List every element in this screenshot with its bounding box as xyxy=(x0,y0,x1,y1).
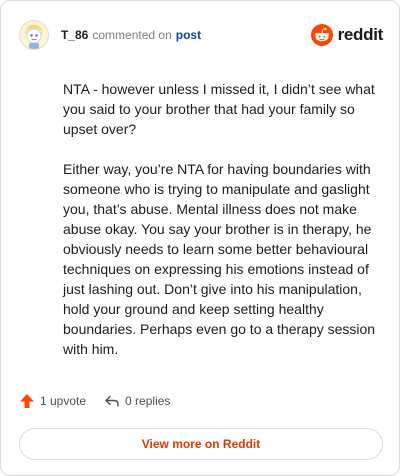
comment-header: T_86 commented on post reddit xyxy=(19,17,383,53)
replies-count: 0 replies xyxy=(125,394,171,408)
upvote-button[interactable]: 1 upvote xyxy=(19,393,86,409)
user-avatar[interactable] xyxy=(19,20,49,50)
upvote-arrow-icon xyxy=(20,394,34,408)
reddit-logo[interactable]: reddit xyxy=(310,24,384,46)
snoo-avatar-icon xyxy=(25,24,43,49)
post-link[interactable]: post xyxy=(176,28,201,42)
commented-on-text: commented on xyxy=(92,28,172,42)
username[interactable]: T_86 xyxy=(61,28,88,42)
view-more-on-reddit-button[interactable]: View more on Reddit xyxy=(19,428,383,460)
reddit-logo-icon xyxy=(310,24,333,46)
upvote-count: 1 upvote xyxy=(40,394,87,408)
comment-embed-card: T_86 commented on post reddit NTA - howe… xyxy=(0,0,400,476)
comment-paragraph: Either way, you’re NTA for having bounda… xyxy=(63,161,376,357)
comment-body: NTA - however unless I missed it, I didn… xyxy=(63,79,381,359)
reddit-wordmark: reddit xyxy=(337,25,384,44)
comment-actions: 1 upvote 0 replies xyxy=(19,393,170,409)
replies-button[interactable]: 0 replies xyxy=(104,393,170,409)
reply-arrow-icon xyxy=(105,395,119,407)
comment-paragraph: NTA - however unless I missed it, I didn… xyxy=(63,81,375,137)
comment-meta: T_86 commented on post xyxy=(61,28,201,42)
